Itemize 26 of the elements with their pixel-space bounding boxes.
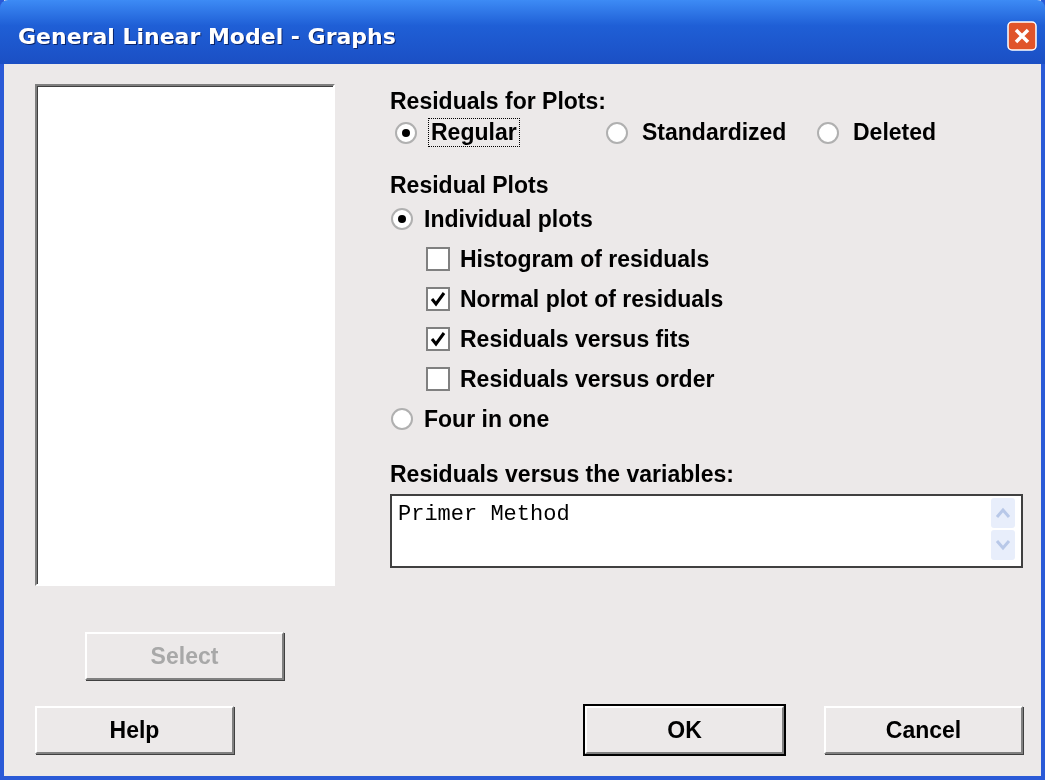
dialog-button[interactable]: OK xyxy=(585,706,784,754)
help-button[interactable]: Help xyxy=(35,706,234,754)
checkbox[interactable] xyxy=(426,327,450,351)
radio-button[interactable] xyxy=(394,120,418,145)
section-label: Residuals for Plots: xyxy=(390,88,607,115)
checkbox[interactable] xyxy=(426,367,450,391)
checkbox-label[interactable]: Residuals versus fits xyxy=(460,325,691,353)
dialog-button[interactable]: Cancel xyxy=(824,706,1023,754)
radio-label[interactable]: Four in one xyxy=(424,405,550,433)
field-label: Residuals versus the variables: xyxy=(390,461,735,488)
radio-button[interactable] xyxy=(605,120,629,145)
radio-label[interactable]: Regular xyxy=(428,118,520,147)
radio-label[interactable]: Deleted xyxy=(850,118,940,147)
checkbox-label[interactable]: Normal plot of residuals xyxy=(460,285,724,313)
checkbox-label[interactable]: Residuals versus order xyxy=(460,365,715,393)
radio-button[interactable] xyxy=(816,120,840,145)
checkbox[interactable] xyxy=(426,287,450,311)
checkbox-label[interactable]: Histogram of residuals xyxy=(460,245,710,273)
radio-button[interactable] xyxy=(390,207,414,231)
window-title: General Linear Model - Graphs xyxy=(18,23,397,49)
radio-label[interactable]: Standardized xyxy=(639,118,790,147)
section-label: Residual Plots xyxy=(390,172,550,199)
radio-button[interactable] xyxy=(390,407,414,431)
checkbox[interactable] xyxy=(426,247,450,271)
radio-label[interactable]: Individual plots xyxy=(424,205,593,233)
close-icon[interactable] xyxy=(1007,21,1037,51)
